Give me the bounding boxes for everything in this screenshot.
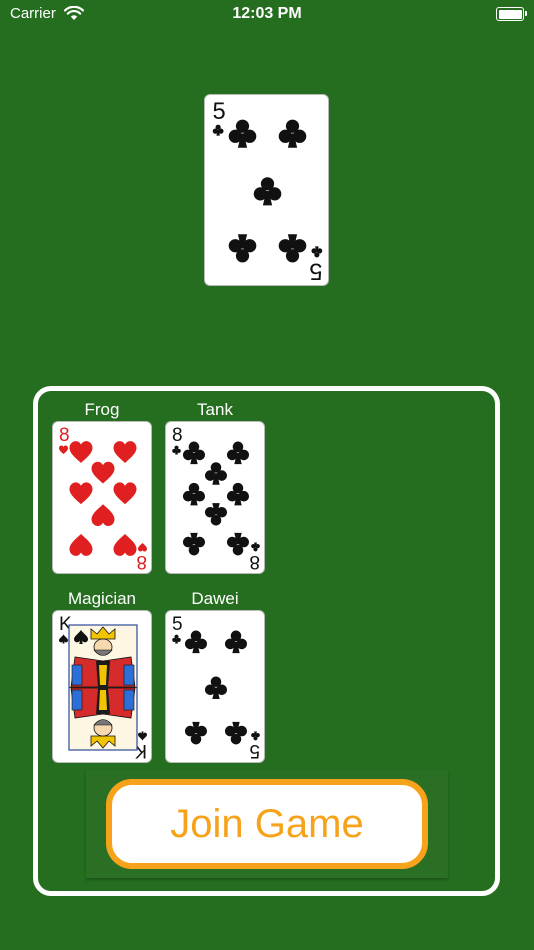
player-name-frog: Frog	[84, 400, 120, 419]
heart-pip-icon	[69, 441, 93, 463]
club-pip-icon	[278, 234, 307, 263]
club-pip-icon	[182, 441, 206, 465]
status-bar: Carrier 12:03 PM	[0, 0, 534, 30]
player-card-tank-face: 88	[172, 425, 260, 572]
table-card-face: 55	[212, 98, 323, 285]
club-pip-icon	[228, 119, 257, 148]
club-corner-icon	[251, 731, 260, 741]
club-pip-icon	[224, 721, 248, 745]
club-pip-icon	[204, 462, 228, 485]
club-pip-icon	[253, 177, 282, 206]
heart-corner-icon	[59, 445, 68, 455]
heart-pip-icon	[91, 504, 115, 527]
heart-corner-icon	[138, 542, 147, 552]
player-card-dawei: 55	[165, 610, 265, 763]
club-corner-icon	[251, 542, 260, 552]
player-name-magician: Magician	[67, 589, 137, 608]
club-pip-icon	[204, 503, 228, 526]
club-pip-icon	[226, 532, 250, 556]
clock: 12:03 PM	[232, 5, 302, 22]
heart-pip-icon	[113, 534, 137, 556]
player-name-dawei: Dawei	[191, 589, 239, 608]
card-rank-label: 5	[172, 614, 183, 635]
club-pip-icon	[278, 119, 307, 148]
player-card-frog: 88	[52, 421, 152, 574]
club-corner-icon	[311, 246, 323, 258]
spade-corner-icon	[138, 731, 147, 741]
club-pip-icon	[226, 441, 250, 465]
club-pip-icon	[182, 532, 206, 556]
king-artwork	[68, 624, 138, 751]
player-card-dawei-face: 55	[172, 614, 260, 761]
join-game-button[interactable]: Join Game	[106, 779, 428, 869]
heart-pip-icon	[113, 441, 137, 463]
player-name-tank: Tank	[197, 400, 233, 419]
card-rank-label: 5	[309, 257, 322, 284]
club-pip-icon	[224, 630, 248, 654]
player-card-magician: KK	[52, 610, 152, 763]
heart-pip-icon	[113, 482, 137, 505]
table-card: 55	[204, 94, 329, 286]
club-pip-icon	[184, 721, 208, 745]
club-pip-icon	[182, 482, 206, 506]
battery-icon	[496, 7, 527, 21]
player-card-tank: 88	[165, 421, 265, 574]
club-corner-icon	[172, 634, 181, 644]
player-card-frog-face: 88	[59, 425, 147, 572]
card-rank-label: 8	[59, 425, 70, 446]
card-rank-label: 8	[136, 551, 147, 572]
card-rank-label: 8	[249, 551, 260, 572]
card-rank-label: 5	[249, 740, 260, 761]
club-corner-icon	[212, 124, 224, 136]
player-card-magician-face: KK	[59, 614, 147, 761]
club-pip-icon	[228, 234, 257, 263]
heart-pip-icon	[69, 482, 93, 505]
card-rank-label: 5	[213, 98, 226, 125]
card-rank-label: 8	[172, 425, 183, 446]
heart-pip-icon	[91, 461, 115, 484]
spade-corner-icon	[59, 634, 68, 644]
club-pip-icon	[226, 482, 250, 506]
club-pip-icon	[204, 676, 228, 699]
heart-pip-icon	[69, 534, 93, 556]
club-corner-icon	[172, 445, 181, 455]
club-pip-icon	[184, 630, 208, 654]
